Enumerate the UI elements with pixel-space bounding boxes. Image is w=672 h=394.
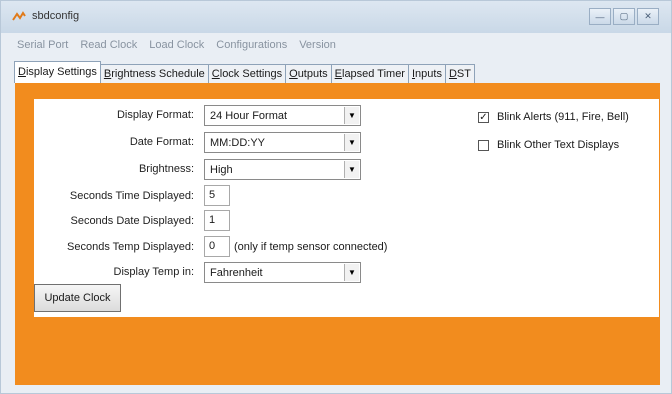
tab-label: lock Settings	[219, 68, 283, 80]
app-window: sbdconfig — ▢ ✕ Serial Port Read Clock L…	[0, 0, 672, 394]
tab-clock-settings[interactable]: Clock Settings	[207, 64, 287, 83]
blink-alerts-option[interactable]: ✓ Blink Alerts (911, Fire, Bell)	[478, 111, 629, 123]
brightness-label: Brightness:	[138, 163, 194, 175]
maximize-button[interactable]: ▢	[613, 8, 635, 25]
blink-alerts-checkbox[interactable]: ✓	[478, 111, 489, 123]
chevron-down-icon: ▼	[344, 264, 359, 281]
blink-alerts-label: Blink Alerts (911, Fire, Bell)	[497, 111, 629, 123]
menu-serial-port[interactable]: Serial Port	[1, 39, 74, 51]
minimize-button[interactable]: —	[589, 8, 611, 25]
seconds-date-input[interactable]: 1	[204, 210, 230, 231]
tab-label: lapsed Timer	[342, 68, 405, 80]
temp-sensor-note: (only if temp sensor connected)	[234, 241, 388, 253]
display-format-value: 24 Hour Format	[210, 110, 288, 122]
menu-read-clock[interactable]: Read Clock	[74, 39, 143, 51]
tab-display-settings[interactable]: Display Settings	[14, 61, 101, 83]
temp-unit-select[interactable]: Fahrenheit ▼	[204, 262, 361, 283]
chevron-down-icon: ▼	[344, 107, 359, 124]
tab-mnemonic: C	[211, 68, 220, 80]
display-settings-panel: Display Format: 24 Hour Format ▼ Date Fo…	[34, 99, 659, 317]
maximize-icon: ▢	[619, 11, 629, 21]
seconds-time-input[interactable]: 5	[204, 185, 230, 206]
menu-bar: Serial Port Read Clock Load Clock Config…	[1, 36, 671, 54]
display-format-select[interactable]: 24 Hour Format ▼	[204, 105, 361, 126]
tab-mnemonic: D	[448, 68, 457, 80]
temp-unit-label: Display Temp in:	[113, 266, 195, 278]
tab-label: utputs	[297, 68, 328, 80]
window-title: sbdconfig	[32, 10, 80, 22]
date-format-select[interactable]: MM:DD:YY ▼	[204, 132, 361, 153]
seconds-temp-label: Seconds Temp Displayed:	[67, 241, 194, 253]
close-icon: ✕	[644, 11, 652, 21]
brightness-value: High	[210, 164, 233, 176]
menu-configurations[interactable]: Configurations	[210, 39, 293, 51]
seconds-time-label: Seconds Time Displayed:	[69, 190, 194, 202]
chevron-down-icon: ▼	[344, 161, 359, 178]
minimize-icon: —	[595, 11, 605, 22]
chevron-down-icon: ▼	[344, 134, 359, 151]
menu-version[interactable]: Version	[293, 39, 342, 51]
blink-other-label: Blink Other Text Displays	[497, 139, 620, 151]
brightness-select[interactable]: High ▼	[204, 159, 361, 180]
tab-mnemonic: E	[334, 68, 342, 80]
temp-unit-value: Fahrenheit	[210, 267, 263, 279]
seconds-date-label: Seconds Date Displayed:	[70, 215, 194, 227]
blink-other-option[interactable]: Blink Other Text Displays	[478, 139, 619, 151]
app-icon	[12, 11, 26, 21]
tab-mnemonic: O	[289, 68, 298, 80]
close-button[interactable]: ✕	[637, 8, 659, 25]
window-controls: — ▢ ✕	[587, 8, 659, 25]
tab-label: isplay Settings	[25, 66, 97, 78]
tab-outputs[interactable]: Outputs	[285, 64, 332, 83]
tab-label: nputs	[415, 68, 442, 80]
tab-brightness-schedule[interactable]: Brightness Schedule	[99, 64, 209, 83]
menu-load-clock[interactable]: Load Clock	[143, 39, 210, 51]
tab-elapsed-timer[interactable]: Elapsed Timer	[330, 64, 409, 83]
date-format-value: MM:DD:YY	[210, 137, 265, 149]
date-format-label: Date Format:	[129, 136, 194, 148]
tab-label: rightness Schedule	[111, 68, 205, 80]
tab-inputs[interactable]: Inputs	[407, 64, 446, 83]
title-bar: sbdconfig — ▢ ✕	[1, 1, 671, 33]
display-format-label: Display Format:	[116, 109, 194, 121]
tab-strip: Display Settings Brightness Schedule Clo…	[14, 61, 475, 83]
update-clock-button[interactable]: Update Clock	[34, 284, 121, 312]
tab-label: ST	[456, 68, 471, 80]
tab-mnemonic: D	[18, 66, 26, 78]
seconds-temp-input[interactable]: 0	[204, 236, 230, 257]
tab-dst[interactable]: DST	[444, 64, 475, 83]
blink-other-checkbox[interactable]	[478, 139, 489, 151]
